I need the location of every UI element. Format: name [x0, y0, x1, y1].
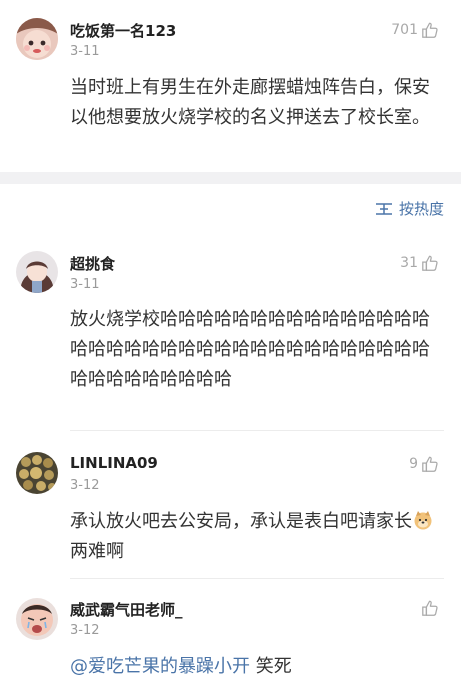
like-count: 701: [391, 22, 418, 38]
comment-text: 放火烧学校哈哈哈哈哈哈哈哈哈哈哈哈哈哈哈哈哈哈哈哈哈哈哈哈哈哈哈哈哈哈哈哈哈哈哈…: [70, 309, 430, 390]
avatar[interactable]: [16, 18, 58, 60]
username[interactable]: 吃饭第一名123: [70, 20, 176, 41]
thumbs-up-icon: [421, 599, 439, 617]
avatar[interactable]: [16, 598, 58, 640]
comment-text-part: 两难啊: [70, 541, 124, 562]
mention-link[interactable]: @爱吃芒果的暴躁小开: [70, 656, 250, 677]
comment-date: 3-11: [70, 277, 100, 292]
comment-text: @爱吃芒果的暴躁小开 笑死: [70, 652, 440, 682]
divider: [70, 430, 444, 431]
like-button[interactable]: 701: [391, 21, 439, 39]
username[interactable]: 威武霸气田老师_: [70, 599, 183, 620]
comment-text: 当时班上有男生在外走廊摆蜡烛阵告白，保安以他想要放火烧学校的名义押送去了校长室。: [70, 77, 430, 128]
avatar[interactable]: [16, 452, 58, 494]
avatar[interactable]: [16, 251, 58, 293]
like-count: 9: [409, 456, 418, 472]
like-button[interactable]: 31: [400, 254, 439, 272]
comment-text: 承认放火吧去公安局，承认是表白吧请家长 两难啊: [70, 507, 440, 567]
username[interactable]: LINLINA09: [70, 454, 158, 472]
comment-text-part: 承认放火吧去公安局，承认是表白吧请家长: [70, 511, 412, 532]
section-divider: [0, 172, 461, 184]
sort-button[interactable]: 按热度: [375, 198, 444, 219]
like-button[interactable]: [418, 599, 439, 617]
sort-label: 按热度: [398, 200, 444, 218]
thumbs-up-icon: [421, 455, 439, 473]
comment-date: 3-11: [70, 44, 100, 59]
like-count: 31: [400, 255, 418, 271]
thumbs-up-icon: [421, 254, 439, 272]
comment-date: 3-12: [70, 623, 100, 638]
divider: [70, 578, 444, 579]
thumbs-up-icon: [421, 21, 439, 39]
comment-text-part: 笑死: [250, 656, 292, 677]
username[interactable]: 超挑食: [70, 253, 115, 274]
sort-icon: [375, 202, 392, 215]
doge-emoji-icon: [414, 511, 432, 530]
like-button[interactable]: 9: [409, 455, 439, 473]
comment-date: 3-12: [70, 478, 100, 493]
